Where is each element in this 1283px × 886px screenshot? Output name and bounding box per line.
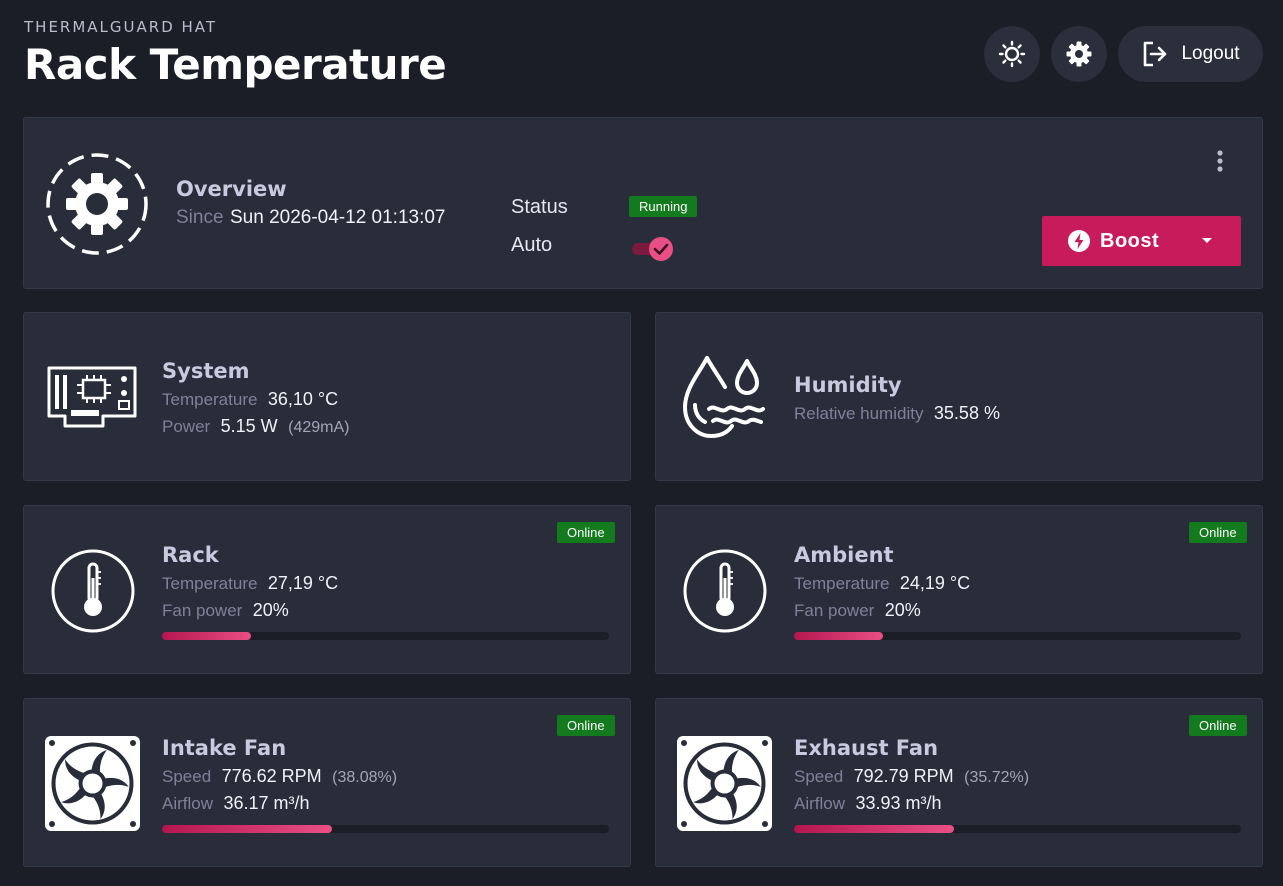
theme-toggle-button[interactable] [984, 26, 1040, 82]
intake-status-badge: Online [557, 715, 615, 736]
humidity-rh-value: 35.58 % [933, 403, 1000, 423]
exhaust-speed-label: Speed [794, 767, 844, 786]
settings-button[interactable] [1051, 26, 1107, 82]
gear-icon [1066, 41, 1092, 67]
fan-icon [45, 736, 140, 831]
rack-fan-progress [162, 632, 609, 640]
system-temp-value: 36,10 °C [267, 389, 339, 409]
intake-speed-progress [162, 825, 609, 833]
ambient-title: Ambient [794, 543, 894, 567]
sun-icon [998, 40, 1026, 68]
intake-speed-percent: (38.08%) [332, 769, 398, 786]
intake-speed-progress-fill [162, 825, 333, 833]
exhaust-airflow-label: Airflow [794, 794, 846, 813]
exhaust-speed-percent: (35.72%) [964, 769, 1030, 786]
intake-airflow-value: 36.17 m³/h [223, 793, 310, 813]
ambient-fan-progress [794, 632, 1241, 640]
humidity-title: Humidity [794, 373, 902, 397]
ambient-status-badge: Online [1189, 522, 1247, 543]
lightning-icon [1068, 230, 1090, 252]
logout-label: Logout [1181, 43, 1240, 64]
rack-fan-label: Fan power [162, 601, 243, 620]
exhaust-title: Exhaust Fan [794, 736, 939, 760]
exhaust-fan-card: Online Exhaust Fan Speed 792.79 RPM (35.… [655, 698, 1263, 867]
status-label: Status [511, 196, 568, 218]
ambient-fan-value: 20% [884, 600, 921, 620]
system-temp-label: Temperature [162, 390, 258, 409]
boost-button[interactable]: Boost [1042, 216, 1241, 266]
exhaust-status-badge: Online [1189, 715, 1247, 736]
exhaust-airflow-value: 33.93 m³/h [855, 793, 942, 813]
status-badge: Running [629, 196, 698, 217]
system-card: System Temperature 36,10 °C Power 5.15 W… [23, 312, 631, 481]
system-title: System [162, 359, 250, 383]
overview-title: Overview [176, 177, 287, 201]
intake-title: Intake Fan [162, 736, 287, 760]
system-power-current: (429mA) [288, 419, 350, 436]
rack-card: Online Rack Temperature 27,19 °C Fan pow… [23, 505, 631, 674]
thermometer-icon [683, 549, 767, 633]
fan-icon [677, 736, 772, 831]
intake-fan-card: Online Intake Fan Speed 776.62 RPM (38.0… [23, 698, 631, 867]
header: THERMALGUARD HAT Rack Temperature [24, 18, 447, 89]
ambient-fan-label: Fan power [794, 601, 875, 620]
brand-name: THERMALGUARD HAT [24, 18, 218, 36]
logout-button[interactable]: Logout [1118, 26, 1263, 82]
system-power-label: Power [162, 417, 211, 436]
since-label: Since [176, 207, 224, 228]
logout-icon [1144, 41, 1167, 67]
humidity-drop-icon [682, 356, 765, 439]
more-options-icon[interactable] [1211, 149, 1229, 175]
boost-label: Boost [1100, 229, 1160, 252]
page-title: Rack Temperature [24, 40, 447, 89]
ambient-temp-label: Temperature [794, 574, 890, 593]
rack-title: Rack [162, 543, 219, 567]
humidity-rh-label: Relative humidity [794, 404, 924, 423]
intake-airflow-label: Airflow [162, 794, 214, 813]
overview-gear-icon [46, 153, 148, 255]
ambient-temp-value: 24,19 °C [899, 573, 971, 593]
auto-label: Auto [511, 234, 553, 256]
intake-speed-label: Speed [162, 767, 212, 786]
intake-speed-value: 776.62 RPM [221, 766, 322, 786]
rack-temp-label: Temperature [162, 574, 258, 593]
exhaust-speed-value: 792.79 RPM [853, 766, 954, 786]
rack-status-badge: Online [557, 522, 615, 543]
exhaust-speed-progress-fill [794, 825, 954, 833]
chevron-down-icon[interactable] [1200, 236, 1214, 246]
ambient-fan-progress-fill [794, 632, 884, 640]
exhaust-speed-progress [794, 825, 1241, 833]
thermometer-icon [51, 549, 135, 633]
humidity-card: Humidity Relative humidity 35.58 % [655, 312, 1263, 481]
circuit-board-icon [47, 366, 137, 428]
auto-toggle[interactable] [630, 236, 676, 262]
rack-fan-progress-fill [162, 632, 252, 640]
system-power-value: 5.15 W [220, 416, 278, 436]
since-value: Sun 2026-04-12 01:13:07 [229, 207, 446, 228]
rack-temp-value: 27,19 °C [267, 573, 339, 593]
ambient-card: Online Ambient Temperature 24,19 °C Fan … [655, 505, 1263, 674]
rack-fan-value: 20% [252, 600, 289, 620]
